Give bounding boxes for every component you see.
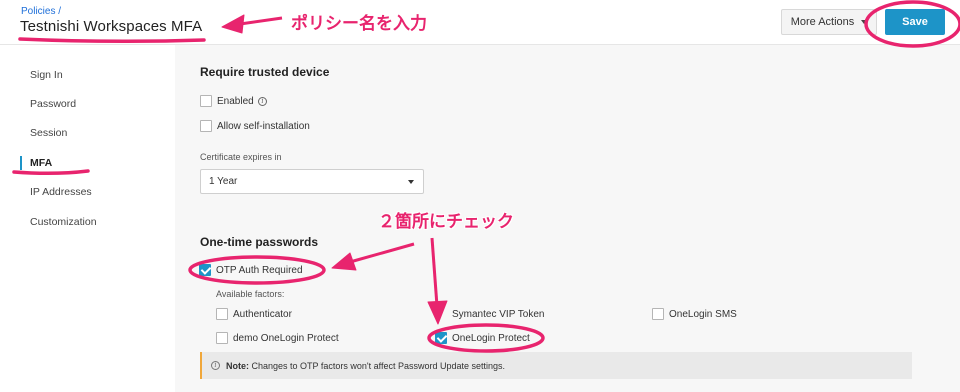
note-message: Changes to OTP factors won't affect Pass… (251, 360, 506, 371)
info-icon: i (211, 361, 220, 370)
policy-name-field[interactable]: Testnishi Workspaces MFA (20, 18, 202, 35)
annotation-check-two: ２箇所にチェック (378, 212, 514, 232)
save-button[interactable]: Save (885, 9, 945, 35)
otp-required-checkbox[interactable] (199, 264, 211, 276)
self-install-checkbox[interactable] (200, 120, 212, 132)
available-factors-label: Available factors: (216, 289, 285, 299)
sidebar-item-ip-addresses[interactable]: IP Addresses (30, 186, 92, 198)
factor-demo-protect-label: demo OneLogin Protect (233, 333, 339, 344)
factor-authenticator-label: Authenticator (233, 309, 292, 320)
factor-onelogin-sms-checkbox[interactable] (652, 308, 664, 320)
sidebar-item-session[interactable]: Session (30, 127, 67, 139)
page-header: Policies / Testnishi Workspaces MFA More… (0, 0, 960, 44)
sidebar-item-password[interactable]: Password (30, 98, 76, 110)
factor-onelogin-protect-checkbox[interactable] (435, 332, 447, 344)
otp-title: One-time passwords (200, 235, 319, 249)
more-actions-label: More Actions (790, 16, 855, 28)
cert-expires-label: Certificate expires in (200, 152, 282, 162)
self-install-label: Allow self-installation (217, 121, 310, 132)
factor-symantec-label: Symantec VIP Token (452, 309, 545, 320)
factor-authenticator-checkbox[interactable] (216, 308, 228, 320)
note-bold: Note: (226, 360, 249, 371)
sidebar-item-sign-in[interactable]: Sign In (30, 69, 63, 81)
cert-expires-select[interactable]: 1 Year (200, 169, 424, 194)
chevron-down-icon (861, 20, 868, 24)
factor-demo-protect-checkbox[interactable] (216, 332, 228, 344)
info-icon[interactable]: i (258, 97, 267, 106)
sidebar-active-indicator (20, 156, 22, 170)
enabled-checkbox[interactable] (200, 95, 212, 107)
sidebar-item-mfa[interactable]: MFA (30, 157, 52, 169)
enabled-label: Enabled (217, 96, 254, 107)
annotation-policy-name: ポリシー名を入力 (291, 14, 427, 34)
otp-required-label: OTP Auth Required (216, 265, 303, 276)
trusted-device-title: Require trusted device (200, 65, 330, 79)
cert-expires-value: 1 Year (209, 176, 238, 187)
chevron-down-icon (408, 180, 414, 184)
note-text: Note: Changes to OTP factors won't affec… (226, 361, 505, 371)
sidebar: Sign In Password Session MFA IP Addresse… (0, 45, 175, 392)
breadcrumb[interactable]: Policies / (21, 6, 61, 17)
sidebar-item-customization[interactable]: Customization (30, 216, 97, 228)
factor-onelogin-sms-label: OneLogin SMS (669, 309, 737, 320)
note-banner: i Note: Changes to OTP factors won't aff… (200, 352, 912, 379)
more-actions-button[interactable]: More Actions (781, 9, 877, 35)
factor-onelogin-protect-label: OneLogin Protect (452, 333, 530, 344)
